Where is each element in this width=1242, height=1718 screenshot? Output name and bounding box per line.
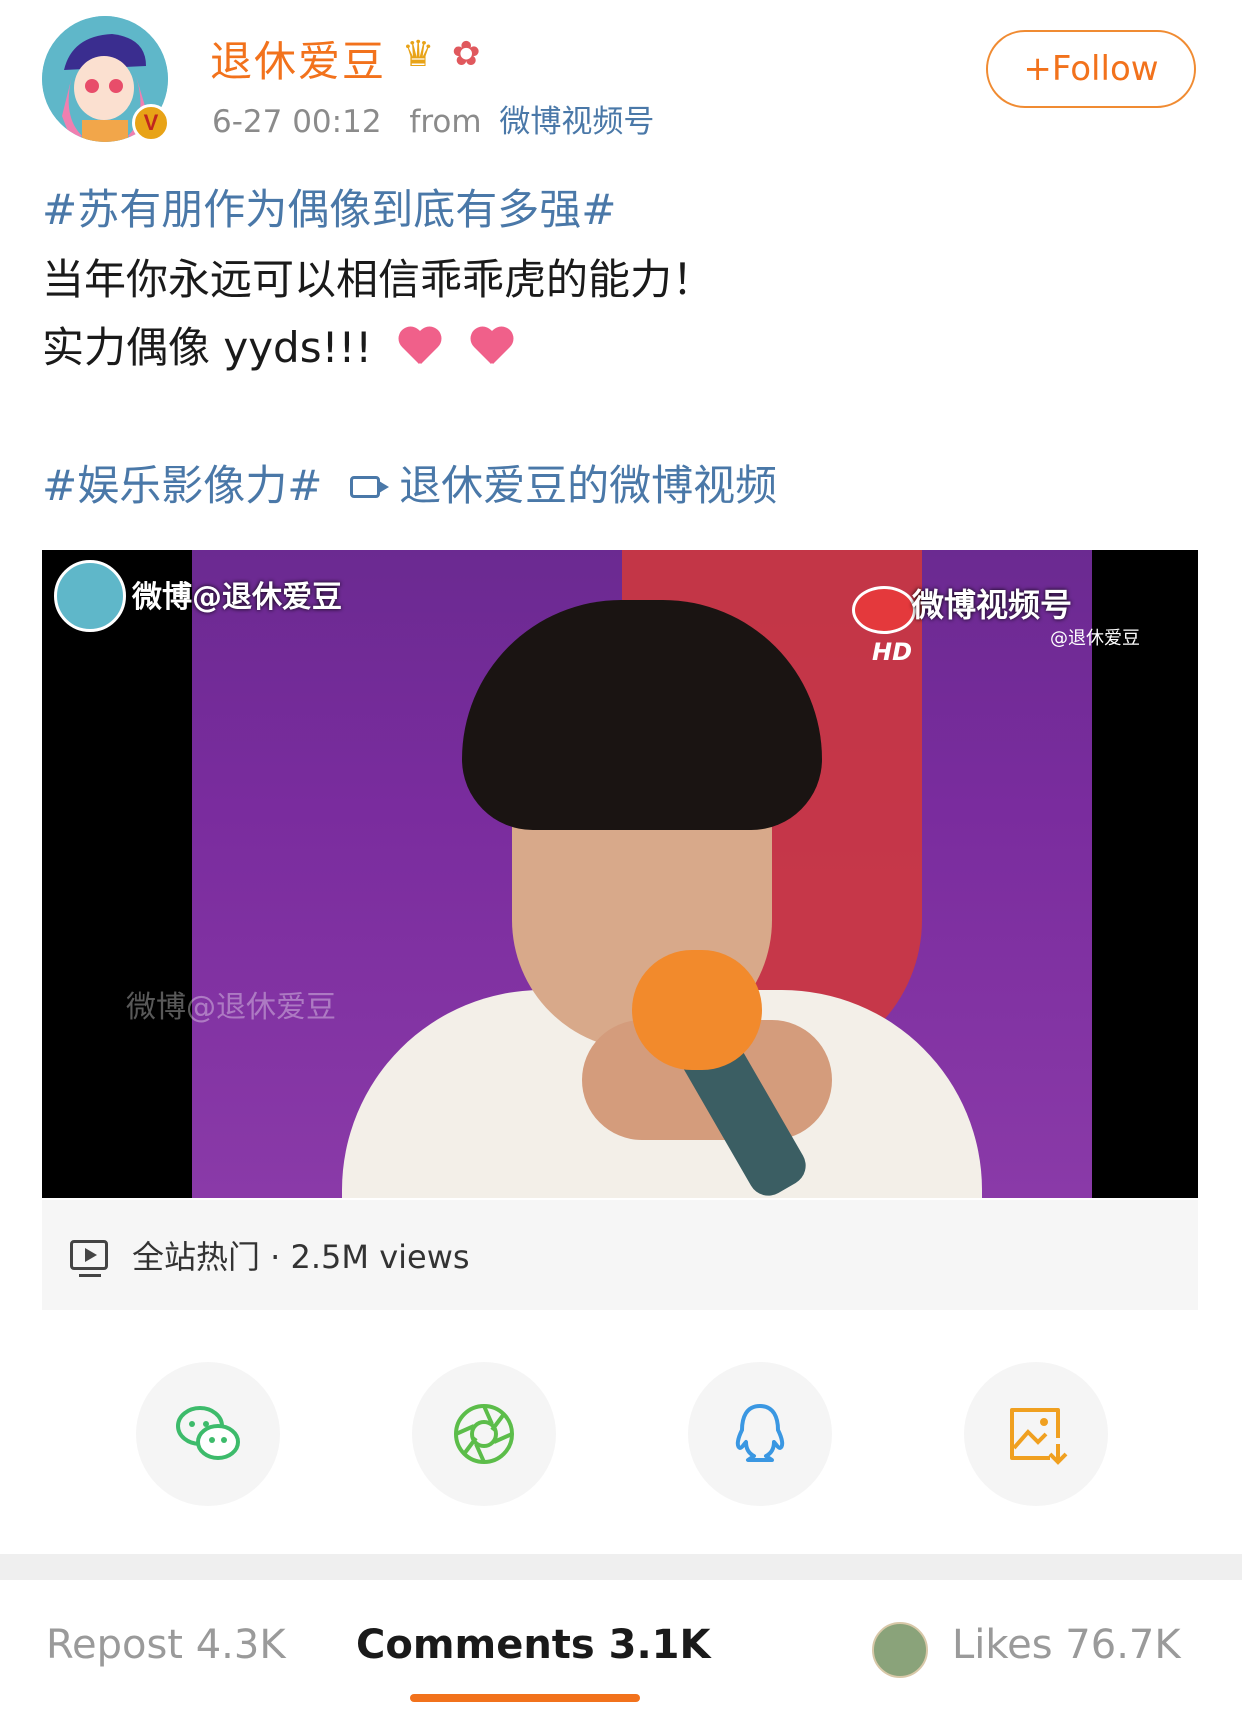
follow-button[interactable]: +Follow (986, 30, 1196, 108)
tab-comments[interactable]: Comments 3.1K (356, 1622, 711, 1668)
post-links: #娱乐影像力# 退休爱豆的微博视频 (42, 452, 777, 513)
tab-repost[interactable]: Repost 4.3K (46, 1622, 286, 1668)
likes-avatar (872, 1622, 928, 1678)
microphone (632, 950, 762, 1070)
watermark-text: 微博@退休爱豆 (132, 580, 342, 615)
qq-icon (735, 1404, 785, 1462)
gift-badge-icon: ✿ (452, 34, 481, 74)
post-text-line: 实力偶像 yyds!!! (42, 314, 515, 375)
heart-emoji-icon (469, 328, 515, 368)
post-text-line: 当年你永远可以相信乖乖虎的能力！ (42, 255, 715, 304)
video-player[interactable]: 微博@退休爱豆 微博视频号 @退休爱豆 HD 微博@退休爱豆 (42, 550, 1198, 1198)
active-tab-indicator (410, 1694, 640, 1702)
watermark-avatar (54, 560, 126, 632)
weibo-logo-icon (852, 586, 916, 634)
video-camera-icon (349, 476, 389, 498)
from-label: from (409, 104, 482, 140)
views-text: 全站热门 · 2.5M views (132, 1238, 470, 1276)
share-wechat-button[interactable] (136, 1362, 280, 1506)
watermark-handle: @退休爱豆 (1050, 628, 1140, 649)
video-link[interactable]: 退休爱豆的微博视频 (399, 461, 777, 510)
heart-emoji-icon (397, 328, 443, 368)
hd-badge: HD (872, 638, 913, 666)
post-text: 实力偶像 yyds!!! (42, 323, 373, 372)
post-timestamp: 6-27 00:12 (212, 104, 382, 140)
topic-link[interactable]: #苏有朋作为偶像到底有多强# (42, 176, 616, 237)
watermark-channel: 微博视频号 (912, 586, 1073, 624)
wechat-icon (176, 1406, 240, 1460)
share-qq-button[interactable] (688, 1362, 832, 1506)
video-frame (192, 550, 1092, 1198)
topic-link[interactable]: #娱乐影像力# (42, 461, 322, 510)
share-moments-button[interactable] (412, 1362, 556, 1506)
save-image-icon (1010, 1408, 1068, 1465)
video-views-bar[interactable]: 全站热门 · 2.5M views (42, 1200, 1198, 1310)
username[interactable]: 退休爱豆 (210, 28, 386, 89)
watermark-faded: 微博@退休爱豆 (126, 990, 336, 1025)
tab-likes[interactable]: Likes 76.7K (952, 1622, 1181, 1668)
crown-badge-icon: ♛ (402, 34, 435, 75)
post-meta: 6-27 00:12 from 微博视频号 (212, 96, 654, 141)
video-play-icon (70, 1240, 108, 1277)
post-source-link[interactable]: 微博视频号 (499, 104, 654, 140)
save-image-button[interactable] (964, 1362, 1108, 1506)
verified-badge-icon: V (132, 104, 170, 142)
section-divider (0, 1554, 1242, 1580)
moments-icon (454, 1404, 514, 1464)
